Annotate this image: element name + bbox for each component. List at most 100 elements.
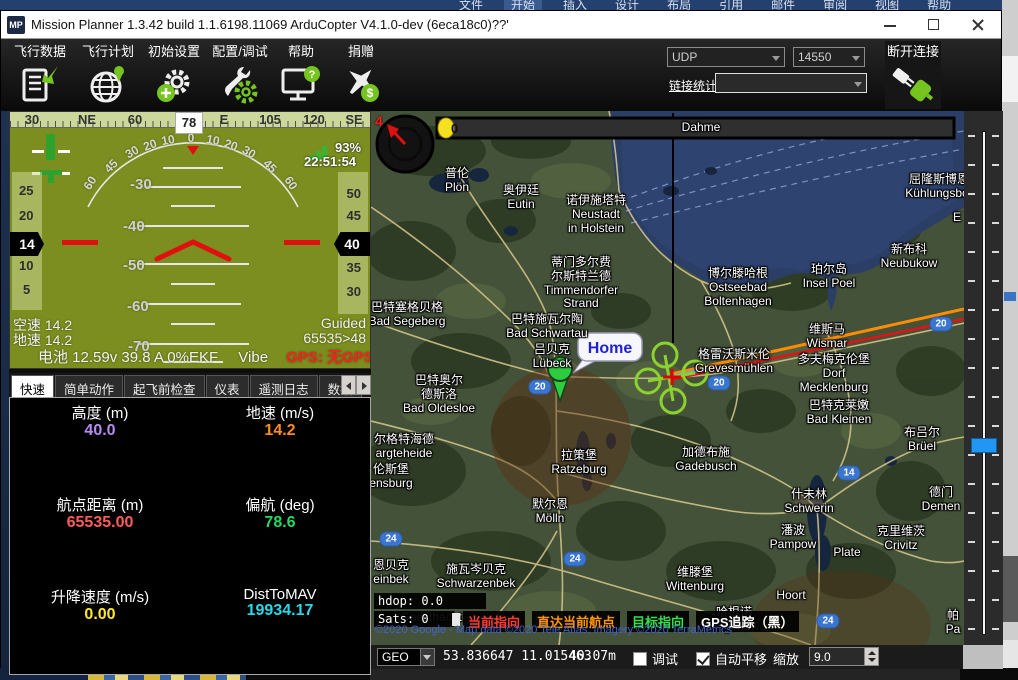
gps-status: GPS: 无GPS	[286, 349, 371, 366]
map-place-label: 格雷沃斯米伦Grevesmühlen	[695, 348, 773, 376]
minimize-button[interactable]	[875, 11, 905, 38]
background-menu-item[interactable]: 文件	[452, 0, 490, 10]
background-menu-item[interactable]: 引用	[712, 0, 750, 10]
tab-label: 快速	[20, 383, 45, 397]
quick-cell[interactable]: 高度 (m) 40.0	[10, 398, 190, 490]
spin-down-icon	[868, 658, 876, 662]
quick-cell[interactable]: 偏航 (deg) 78.6	[190, 490, 370, 582]
background-menu-item[interactable]: 开始	[504, 0, 542, 10]
hud-clock: 22:51:54	[304, 154, 356, 169]
initial-setup-button[interactable]: 初始设置	[141, 41, 207, 109]
hdop-readout: hdop: 0.0	[374, 593, 486, 609]
chevron-down-icon	[772, 56, 780, 61]
hud[interactable]: 30 NE 60 E 105 120 SE 78	[9, 111, 371, 369]
cursor-altitude: 40.07m	[569, 649, 616, 664]
background-app-menubar: 文件 开始 插入 设计 布局 引用 邮件 审阅 视图 帮助	[0, 0, 1018, 10]
zoom-value: 9.0	[814, 650, 831, 664]
slider-track[interactable]	[982, 131, 986, 635]
window-left-edge	[1, 111, 9, 679]
autopan-checkbox[interactable]: 自动平移	[696, 649, 767, 668]
coord-format-select[interactable]: GEO	[377, 648, 435, 666]
flight-plan-button[interactable]: 飞行计划	[75, 41, 141, 109]
tabs-list: 快速简单动作起飞前检查仪表遥测日志数据	[11, 375, 363, 397]
config-tuning-label: 配置/调试	[207, 41, 273, 60]
background-menu-item[interactable]: 邮件	[764, 0, 802, 10]
dropdown-button[interactable]	[420, 649, 434, 665]
road-badge: 24	[379, 532, 402, 547]
minimize-icon	[884, 25, 896, 27]
map-place-label: 蒂门多尔费尔斯特兰德TimmendorferStrand	[544, 256, 618, 311]
quick-cell-value: 78.6	[190, 515, 370, 532]
background-menu-item[interactable]: 插入	[556, 0, 594, 10]
tab-label: 遥测日志	[259, 383, 309, 397]
coord-format-value: GEO	[382, 650, 409, 664]
tab-label: 起飞前检查	[133, 383, 196, 397]
waypoint-readout: 65535>48	[303, 330, 366, 346]
quick-cell-label: 航点距离 (m)	[10, 494, 190, 515]
background-menu-item[interactable]: 审阅	[816, 0, 854, 10]
donate-button[interactable]: 捐赠 $	[331, 41, 391, 109]
map-place-label: 拉策堡Ratzeburg	[551, 449, 606, 477]
map-place-label: 维滕堡Wittenburg	[666, 566, 724, 594]
alt-tick: 50	[347, 186, 361, 201]
map-canvas[interactable]: Home 0 4 Dahme普伦Plön奥伊廷Eutin诺伊施塔特Neustad…	[371, 111, 964, 645]
quick-cell-label: 偏航 (deg)	[190, 494, 370, 515]
ekf-indicator[interactable]: EKF	[189, 349, 218, 366]
map-place-label: 新布科Neubukow	[881, 243, 938, 271]
plug-icon	[889, 60, 937, 108]
tab[interactable]: 快速	[11, 375, 54, 397]
help-button[interactable]: 帮助 ?	[273, 41, 329, 109]
protocol-value: UDP	[672, 50, 697, 64]
background-menu-item[interactable]: 设计	[608, 0, 646, 10]
background-block	[1004, 292, 1016, 301]
port-select[interactable]: 14550	[793, 47, 865, 67]
background-menu-item[interactable]: 视图	[868, 0, 906, 10]
tab[interactable]: 起飞前检查	[124, 375, 205, 397]
map-place-label: Plate	[833, 546, 860, 560]
tab[interactable]: 简单动作	[55, 375, 123, 397]
config-tuning-button[interactable]: 配置/调试	[207, 41, 273, 109]
background-menu-item[interactable]: 布局	[660, 0, 698, 10]
home-label: Home	[588, 340, 633, 357]
vibe-indicator[interactable]: Vibe	[238, 349, 268, 366]
flight-plan-label: 飞行计划	[75, 41, 141, 60]
quick-cell[interactable]: 航点距离 (m) 65535.00	[10, 490, 190, 582]
tab-scroll-buttons	[341, 375, 371, 395]
roll-label: 10	[160, 132, 176, 148]
link-stats-label[interactable]: 链接统计	[669, 77, 717, 94]
chevron-left-icon	[346, 382, 351, 390]
compass-alert-count: 4	[375, 113, 383, 129]
background-corner	[963, 645, 1003, 669]
protocol-select[interactable]: UDP	[667, 47, 785, 67]
donate-label: 捐赠	[331, 41, 391, 60]
map-place-label: 巴特克莱嫩Bad Kleinen	[807, 399, 872, 427]
map-place-label: 施瓦岑贝克Schwarzenbek	[437, 563, 516, 591]
road-badge: 20	[528, 380, 551, 395]
map-place-label: 诺伊施塔特Neustadtin Holstein	[566, 194, 626, 235]
flight-data-button[interactable]: 飞行数据	[7, 41, 73, 109]
tab-scroll-right-button[interactable]	[356, 375, 371, 395]
quick-cell[interactable]: DistToMAV 19934.17	[190, 582, 370, 674]
spinner-buttons[interactable]	[864, 648, 878, 665]
slider-handle[interactable]	[971, 438, 997, 453]
link-stats-select[interactable]	[715, 73, 867, 93]
background-menu-item[interactable]: 帮助	[920, 0, 958, 10]
tab[interactable]: 遥测日志	[250, 375, 318, 397]
quick-cell[interactable]: 地速 (m/s) 14.2	[190, 398, 370, 490]
tab-scroll-left-button[interactable]	[341, 375, 356, 395]
tab[interactable]: 仪表	[206, 375, 249, 397]
quick-cell[interactable]: 升降速度 (m/s) 0.00	[10, 582, 190, 674]
chevron-right-icon	[362, 382, 367, 390]
quick-cell-value: 65535.00	[10, 515, 190, 532]
maximize-button[interactable]	[919, 11, 949, 38]
current-altitude: 40	[334, 232, 370, 256]
quick-cell-label: 地速 (m/s)	[190, 402, 370, 423]
initial-setup-icon	[152, 62, 196, 106]
heading-readout: 78	[175, 112, 203, 134]
debug-checkbox[interactable]: 调试	[633, 649, 678, 668]
zoom-spinner[interactable]: 9.0	[809, 647, 879, 666]
close-button[interactable]	[963, 11, 993, 38]
disconnect-button[interactable]: 断开连接	[885, 41, 941, 109]
map-place-label: 博尔滕哈根OstseebadBoltenhagen	[704, 267, 771, 308]
map-place-label: 巴特塞格贝格Bad Segeberg	[371, 301, 445, 329]
